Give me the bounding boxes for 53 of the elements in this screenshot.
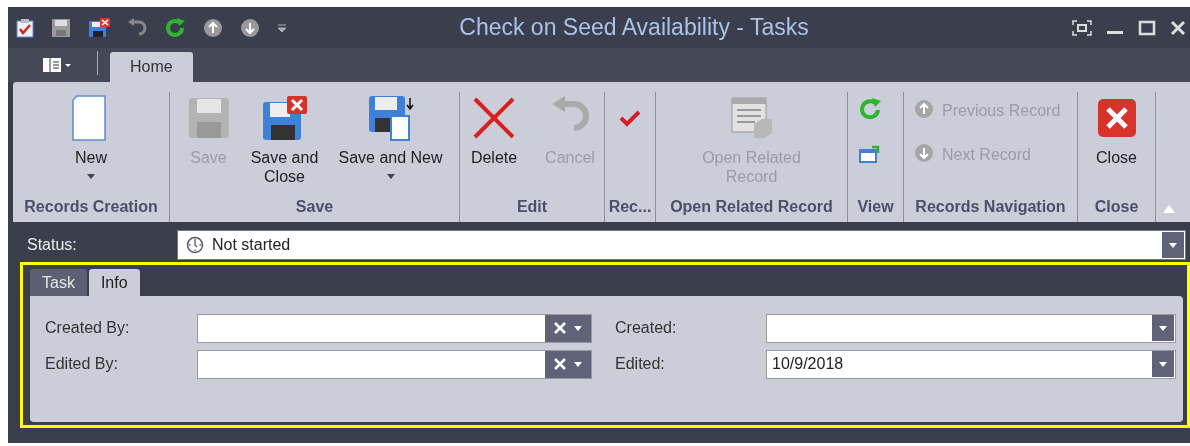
dropdown-button[interactable] <box>1152 351 1174 377</box>
group-label: Open Related Record <box>669 198 834 217</box>
customize-icon[interactable] <box>277 22 287 33</box>
caret-icon <box>1169 242 1177 248</box>
caret-icon <box>1159 361 1167 367</box>
group-label: Rec... <box>607 198 653 217</box>
refresh-icon <box>858 97 882 121</box>
input-field[interactable]: 10/9/2018 <box>766 349 1176 379</box>
cross-icon <box>472 96 516 140</box>
field-label: Edited By: <box>45 355 119 373</box>
document-box-icon <box>729 96 774 140</box>
dropdown-button[interactable] <box>1162 232 1184 258</box>
fullscreen-icon[interactable] <box>1072 19 1092 36</box>
group-label: Save <box>294 198 335 217</box>
save-new-icon <box>366 94 415 142</box>
group-label: Records Navigation <box>914 198 1067 217</box>
form-tab[interactable]: Info <box>88 269 140 296</box>
clipboard-check-icon[interactable] <box>16 17 34 38</box>
ribbon-button[interactable]: Delete <box>459 92 529 198</box>
undo-icon[interactable] <box>127 17 147 38</box>
ribbon-tab[interactable]: Home <box>110 52 193 82</box>
status-label: Status: <box>26 236 78 254</box>
field-label: Edited: <box>615 355 666 373</box>
refresh-icon[interactable] <box>164 16 186 39</box>
checkmark-icon <box>619 109 641 127</box>
ribbon-button[interactable]: New <box>46 92 136 198</box>
clock-icon <box>186 236 204 254</box>
input-field[interactable] <box>766 313 1176 343</box>
close-icon[interactable] <box>1170 19 1186 36</box>
status-dropdown[interactable]: Not started <box>177 230 1186 260</box>
caret-icon <box>1159 325 1167 331</box>
field-label: Created By: <box>45 319 131 337</box>
field-label: Created: <box>615 319 678 337</box>
maximize-icon[interactable] <box>1138 19 1156 36</box>
input-field[interactable] <box>197 349 592 379</box>
ribbon-button[interactable]: Save and Close <box>244 92 325 198</box>
save-close-icon <box>260 94 309 142</box>
ribbon-button[interactable]: Close <box>1086 92 1147 198</box>
form-tab[interactable]: Task <box>30 269 87 296</box>
group-label: Records Creation <box>23 198 159 217</box>
group-label: Close <box>1093 198 1140 217</box>
clear-icon[interactable] <box>553 322 566 334</box>
ribbon-button[interactable]: Save and New <box>330 92 451 198</box>
dropdown-button[interactable] <box>1152 315 1174 341</box>
caret-icon[interactable] <box>574 325 583 331</box>
close-icon <box>1096 98 1137 138</box>
caret-icon[interactable] <box>574 361 583 367</box>
input-field[interactable] <box>197 313 592 343</box>
clear-icon[interactable] <box>553 358 566 370</box>
window-title: Check on Seed Availability - Tasks <box>458 14 810 41</box>
save-close-icon[interactable] <box>88 17 110 38</box>
group-label: Edit <box>515 198 549 217</box>
group-label: View <box>856 198 895 217</box>
